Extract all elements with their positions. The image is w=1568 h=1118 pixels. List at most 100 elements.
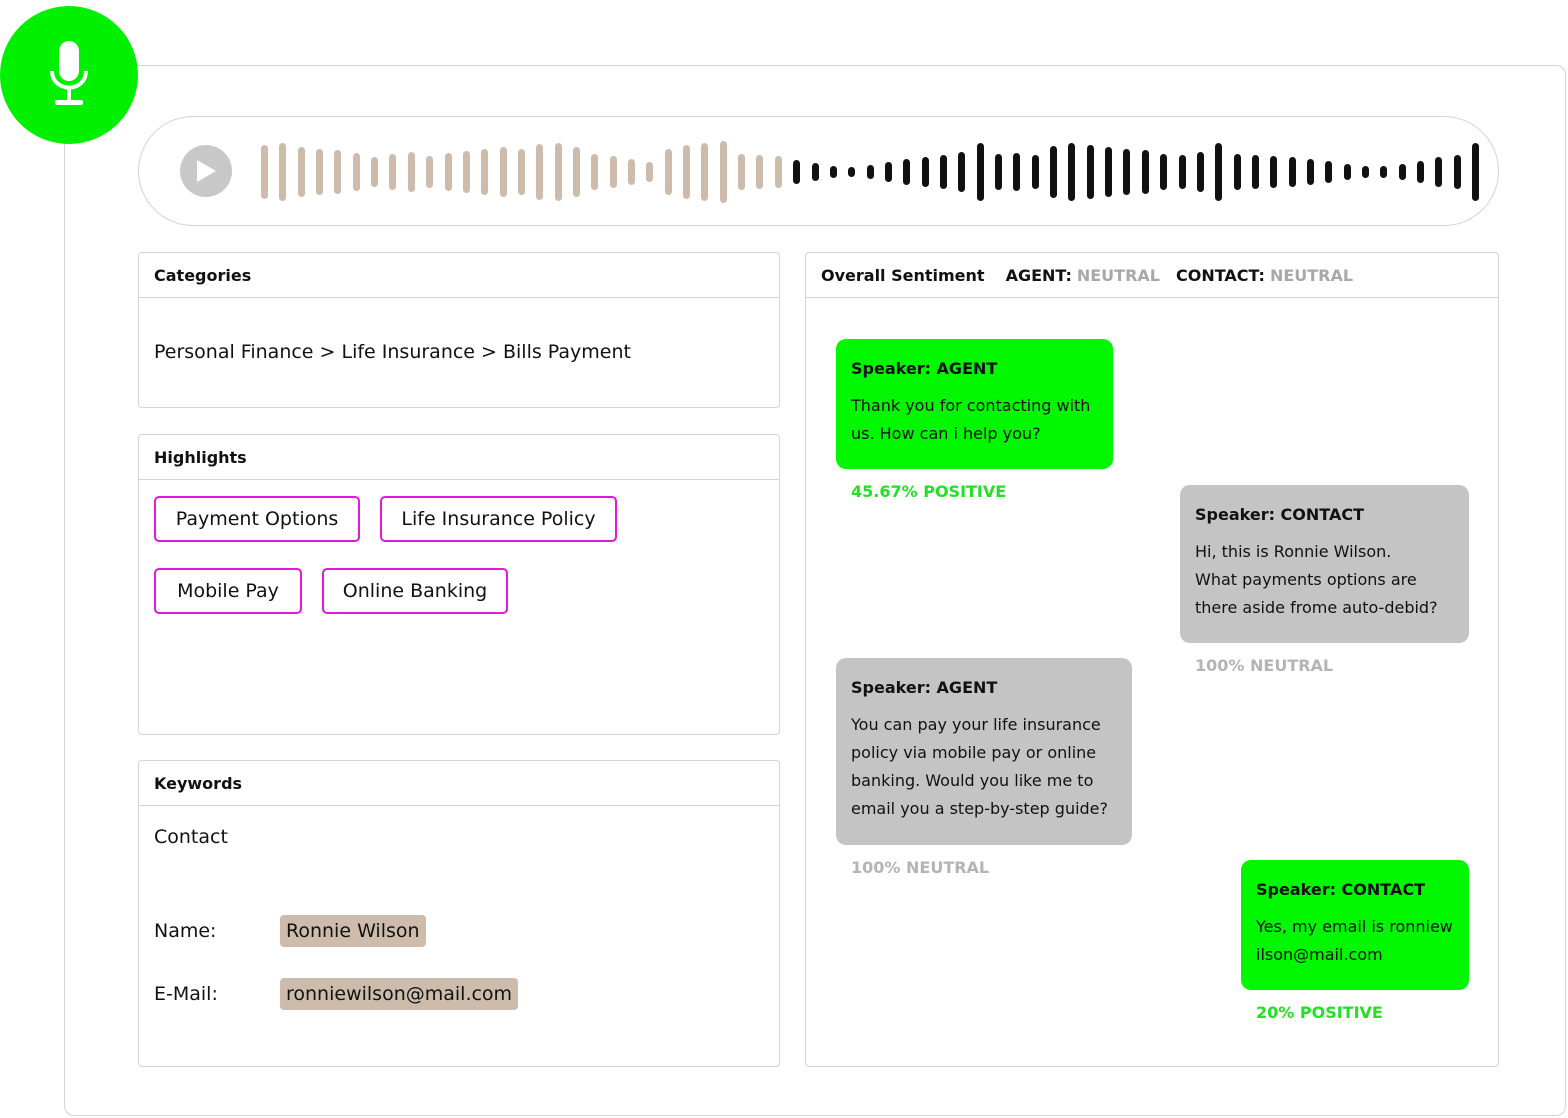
waveform-bar bbox=[903, 159, 911, 185]
waveform-bar bbox=[481, 149, 489, 195]
microphone-icon[interactable] bbox=[0, 6, 138, 144]
waveform-bar bbox=[1306, 159, 1314, 185]
waveform-bar bbox=[536, 144, 544, 200]
waveform-bar bbox=[1215, 143, 1223, 201]
audio-player bbox=[138, 116, 1499, 226]
waveform-bar bbox=[1325, 161, 1333, 183]
highlights-panel: Highlights Payment Options Life Insuranc… bbox=[138, 434, 780, 735]
message-text: You can pay your life insurance policy v… bbox=[851, 715, 1109, 818]
categories-panel: Categories Personal Finance > Life Insur… bbox=[138, 252, 780, 408]
waveform-bar bbox=[1086, 145, 1094, 199]
waveform-bar bbox=[426, 156, 434, 188]
waveform-bar bbox=[1270, 156, 1278, 188]
waveform-bar bbox=[1251, 155, 1259, 189]
audio-waveform[interactable] bbox=[261, 141, 1480, 203]
waveform-bar bbox=[1417, 161, 1425, 183]
waveform-bar bbox=[1068, 143, 1076, 201]
waveform-bar bbox=[462, 151, 470, 193]
waveform-bar bbox=[701, 143, 709, 201]
waveform-bar bbox=[683, 145, 691, 199]
waveform-bar bbox=[1160, 154, 1168, 190]
waveform-bar bbox=[939, 155, 947, 189]
play-triangle bbox=[197, 160, 216, 182]
waveform-bar bbox=[1380, 166, 1388, 178]
waveform-bar bbox=[866, 165, 874, 179]
waveform-bar bbox=[1031, 155, 1039, 189]
message-speaker: Speaker: CONTACT bbox=[1195, 505, 1364, 524]
waveform-bar bbox=[884, 162, 892, 182]
name-label: Name: bbox=[154, 920, 217, 942]
waveform-bar bbox=[316, 149, 324, 195]
waveform-bar bbox=[554, 143, 562, 201]
message-text: Thank you for contacting with us. How ca… bbox=[851, 396, 1091, 443]
message-bubble-agent: Speaker: AGENT You can pay your life ins… bbox=[836, 658, 1132, 845]
message-sentiment-score: 100% NEUTRAL bbox=[1195, 656, 1334, 675]
waveform-bar bbox=[1472, 143, 1480, 201]
keywords-section: Contact bbox=[154, 826, 228, 848]
highlights-title: Highlights bbox=[139, 435, 779, 480]
message-bubble-contact: Speaker: CONTACT Hi, this is Ronnie Wils… bbox=[1180, 485, 1469, 643]
keywords-panel: Keywords Contact Name: Ronnie Wilson E-M… bbox=[138, 760, 780, 1067]
waveform-bar bbox=[628, 159, 635, 185]
waveform-bar bbox=[297, 147, 305, 197]
waveform-bar bbox=[517, 149, 525, 195]
waveform-bar bbox=[738, 154, 746, 190]
waveform-bar bbox=[279, 143, 287, 201]
waveform-bar bbox=[774, 156, 782, 188]
waveform-bar bbox=[646, 162, 654, 182]
waveform-bar bbox=[719, 141, 727, 203]
waveform-bar bbox=[371, 157, 379, 187]
email-label: E-Mail: bbox=[154, 983, 218, 1005]
name-value: Ronnie Wilson bbox=[280, 915, 426, 947]
waveform-bar bbox=[572, 147, 580, 197]
waveform-bar bbox=[958, 152, 966, 192]
message-bubble-agent: Speaker: AGENT Thank you for contacting … bbox=[836, 339, 1113, 469]
contact-sentiment-value: NEUTRAL bbox=[1269, 265, 1354, 285]
waveform-bar bbox=[1435, 157, 1443, 187]
message-speaker: Speaker: AGENT bbox=[851, 678, 998, 697]
waveform-bar bbox=[609, 156, 617, 188]
message-speaker: Speaker: AGENT bbox=[851, 359, 998, 378]
message-speaker: Speaker: CONTACT bbox=[1256, 880, 1425, 899]
message-sentiment-score: 100% NEUTRAL bbox=[851, 858, 990, 877]
highlight-chip[interactable]: Mobile Pay bbox=[154, 568, 302, 614]
waveform-bar bbox=[591, 154, 599, 190]
waveform-bar bbox=[1123, 149, 1131, 195]
waveform-bar bbox=[444, 153, 452, 191]
waveform-bar bbox=[1398, 164, 1406, 180]
waveform-bar bbox=[1141, 150, 1149, 194]
waveform-bar bbox=[1178, 155, 1186, 189]
waveform-bar bbox=[407, 152, 415, 192]
message-bubble-contact: Speaker: CONTACT Yes, my email is ronnie… bbox=[1241, 860, 1469, 990]
message-text: Yes, my email is ronniewilson@mail.com bbox=[1256, 917, 1453, 964]
waveform-bar bbox=[1105, 147, 1113, 197]
highlight-chip[interactable]: Online Banking bbox=[322, 568, 508, 614]
waveform-bar bbox=[664, 149, 672, 195]
highlight-chip[interactable]: Life Insurance Policy bbox=[380, 496, 617, 542]
waveform-bar bbox=[1362, 166, 1369, 178]
waveform-bar bbox=[1343, 164, 1351, 180]
waveform-bar bbox=[829, 166, 837, 178]
agent-sentiment-value: NEUTRAL bbox=[1076, 265, 1160, 285]
category-path: Personal Finance > Life Insurance > Bill… bbox=[154, 341, 631, 363]
sentiment-title: Overall Sentiment bbox=[821, 265, 985, 285]
message-sentiment-score: 20% POSITIVE bbox=[1256, 1003, 1383, 1022]
microphone-glyph bbox=[50, 41, 88, 105]
waveform-bar bbox=[1453, 155, 1461, 189]
sentiment-panel: Overall Sentiment AGENT: NEUTRAL CONTACT… bbox=[805, 252, 1499, 1067]
waveform-bar bbox=[1196, 152, 1204, 192]
waveform-bar bbox=[389, 154, 397, 190]
waveform-bar bbox=[793, 160, 801, 184]
highlight-chip[interactable]: Payment Options bbox=[154, 496, 360, 542]
categories-title: Categories bbox=[139, 253, 779, 298]
waveform-bar bbox=[334, 150, 342, 194]
waveform-bar bbox=[976, 143, 984, 201]
waveform-bar bbox=[848, 167, 856, 177]
waveform-bar bbox=[995, 154, 1002, 190]
play-icon[interactable] bbox=[180, 145, 232, 197]
waveform-bar bbox=[261, 145, 268, 199]
waveform-bar bbox=[499, 147, 507, 197]
waveform-bar bbox=[1233, 154, 1241, 190]
waveform-bar bbox=[921, 157, 929, 187]
agent-sentiment-label: AGENT: bbox=[1005, 265, 1072, 285]
